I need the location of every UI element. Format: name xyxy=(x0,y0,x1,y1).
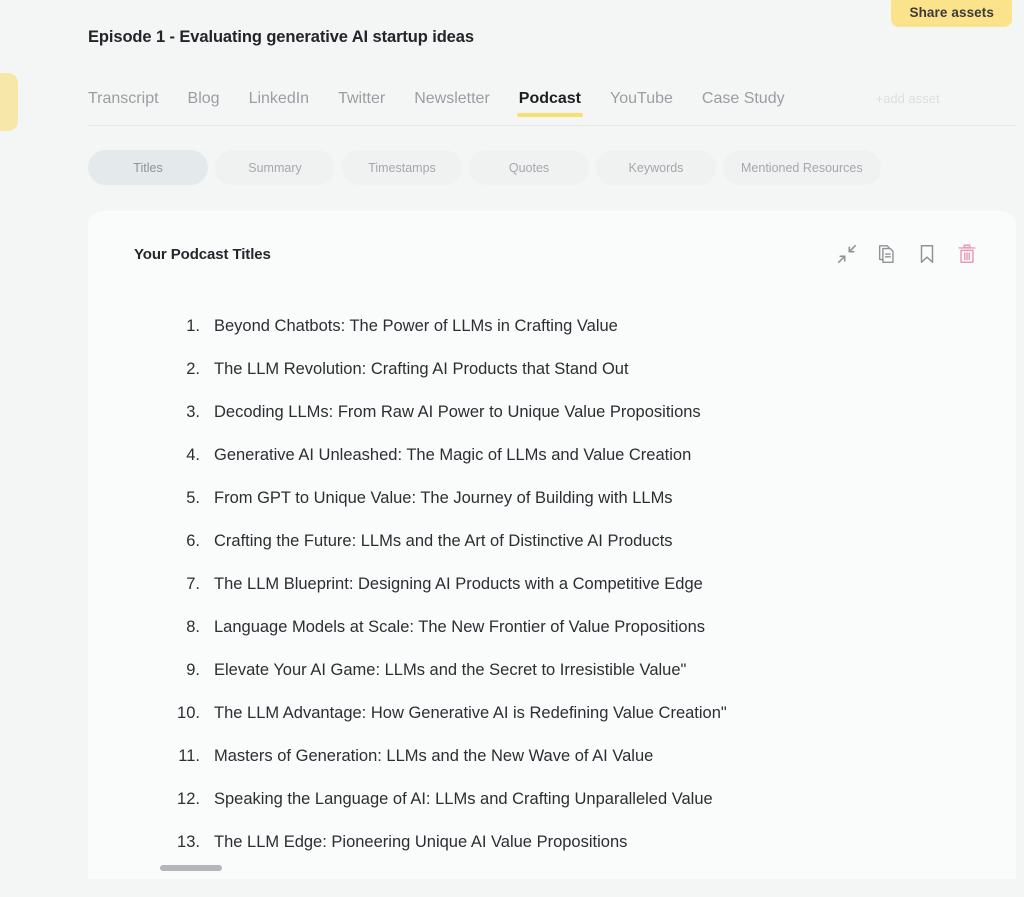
list-item[interactable]: Crafting the Future: LLMs and the Art of… xyxy=(88,520,1016,563)
list-item[interactable]: The LLM Blueprint: Designing AI Products… xyxy=(88,563,1016,606)
podcast-titles-card: Your Podcast Titles Beyond Chatbots: The… xyxy=(88,211,1016,879)
add-asset-button[interactable]: +add asset xyxy=(870,90,946,117)
tab-bar-divider xyxy=(88,125,1016,126)
page-title: Episode 1 - Evaluating generative AI sta… xyxy=(88,28,474,46)
list-item[interactable]: The LLM Advantage: How Generative AI is … xyxy=(88,692,1016,735)
list-item[interactable]: The LLM Revolution: Crafting AI Products… xyxy=(88,348,1016,391)
tab-youtube[interactable]: YouTube xyxy=(610,90,673,119)
bookmark-icon[interactable] xyxy=(916,243,938,265)
pill-summary[interactable]: Summary xyxy=(215,150,335,185)
list-item[interactable]: Decoding LLMs: From Raw AI Power to Uniq… xyxy=(88,391,1016,434)
card-action-bar xyxy=(836,243,978,265)
tab-newsletter[interactable]: Newsletter xyxy=(414,90,490,119)
trash-icon[interactable] xyxy=(956,243,978,265)
list-item[interactable]: Language Models at Scale: The New Fronti… xyxy=(88,606,1016,649)
pill-keywords[interactable]: Keywords xyxy=(596,150,716,185)
list-item[interactable]: Beyond Chatbots: The Power of LLMs in Cr… xyxy=(88,305,1016,348)
copy-icon[interactable] xyxy=(876,243,898,265)
podcast-titles-list: Beyond Chatbots: The Power of LLMs in Cr… xyxy=(88,265,1016,864)
pill-quotes[interactable]: Quotes xyxy=(469,150,589,185)
page-container: Episode 1 - Evaluating generative AI sta… xyxy=(0,0,1024,897)
tab-linkedin[interactable]: LinkedIn xyxy=(249,90,310,119)
list-item[interactable]: From GPT to Unique Value: The Journey of… xyxy=(88,477,1016,520)
tab-twitter[interactable]: Twitter xyxy=(338,90,385,119)
tab-blog[interactable]: Blog xyxy=(188,90,220,119)
tab-case-study[interactable]: Case Study xyxy=(702,90,785,119)
pill-timestamps[interactable]: Timestamps xyxy=(342,150,462,185)
collapse-icon[interactable] xyxy=(836,243,858,265)
asset-tab-bar: Transcript Blog LinkedIn Twitter Newslet… xyxy=(88,90,1024,126)
pill-titles[interactable]: Titles xyxy=(88,150,208,185)
pill-mentioned-resources[interactable]: Mentioned Resources xyxy=(723,150,881,185)
tab-transcript[interactable]: Transcript xyxy=(88,90,159,119)
card-title: Your Podcast Titles xyxy=(134,245,271,263)
tab-podcast[interactable]: Podcast xyxy=(516,90,584,119)
horizontal-scrollbar[interactable] xyxy=(160,865,222,871)
list-item[interactable]: The LLM Edge: Pioneering Unique AI Value… xyxy=(88,821,1016,864)
list-item[interactable]: Generative AI Unleashed: The Magic of LL… xyxy=(88,434,1016,477)
list-item[interactable]: Speaking the Language of AI: LLMs and Cr… xyxy=(88,778,1016,821)
sub-tab-pill-row: Titles Summary Timestamps Quotes Keyword… xyxy=(88,150,1024,185)
card-header: Your Podcast Titles xyxy=(88,211,1016,265)
list-item[interactable]: Elevate Your AI Game: LLMs and the Secre… xyxy=(88,649,1016,692)
list-item[interactable]: Masters of Generation: LLMs and the New … xyxy=(88,735,1016,778)
